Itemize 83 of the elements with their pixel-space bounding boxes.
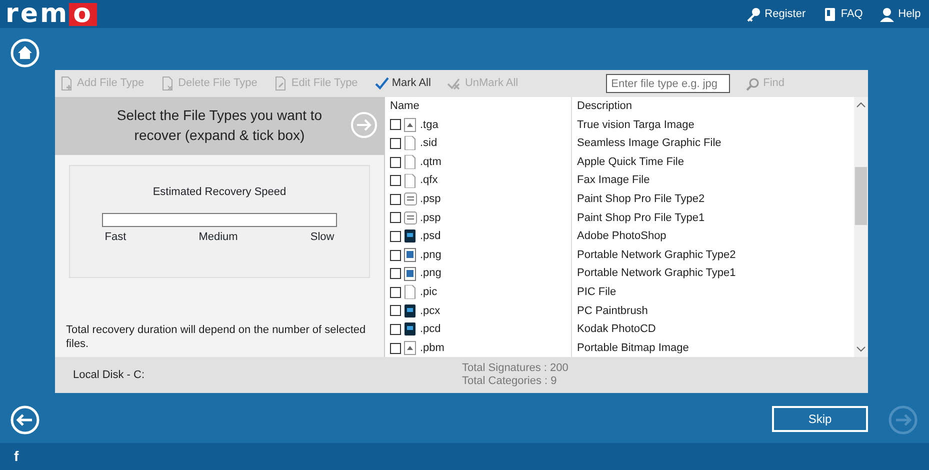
checkbox[interactable] (390, 305, 401, 316)
image-file-icon (404, 118, 417, 132)
file-icon (404, 136, 417, 150)
checkbox[interactable] (390, 324, 401, 335)
file-icon (404, 155, 417, 170)
dark-file-icon (404, 322, 417, 336)
table-cell: Portable Network Graphic Type2 (577, 248, 736, 261)
table-cell-text: .png (420, 266, 442, 282)
search-field[interactable]: Enter file type e.g. jpg (606, 74, 730, 93)
table-cell: Seamless Image Graphic File (577, 137, 722, 150)
status-text: Total Signatures : 200 (462, 362, 568, 375)
drive-label: Local Disk - C: (73, 368, 146, 383)
table-cell-text: .qtm (420, 154, 442, 170)
scroll-up-icon[interactable] (856, 101, 866, 109)
table-cell: Kodak PhotoCD (577, 323, 656, 336)
checkbox[interactable] (390, 138, 401, 149)
speed-label: Fast (104, 230, 126, 246)
table-cell: Fax Image File (577, 174, 650, 186)
checkbox[interactable] (390, 268, 401, 280)
table-cell-text: .tga (420, 118, 438, 133)
file-icon (404, 192, 417, 206)
column-header: Description (577, 100, 632, 112)
person-icon (879, 6, 896, 22)
checkbox[interactable] (390, 230, 401, 242)
home-icon[interactable] (10, 38, 40, 68)
image-file-icon (404, 266, 417, 281)
checkbox[interactable] (390, 286, 401, 298)
table-cell: Adobe PhotoShop (577, 230, 666, 242)
table-cell-text: .pcx (420, 304, 440, 319)
table-cell-text: .pcd (420, 322, 441, 338)
table-cell: Paint Shop Pro File Type1 (577, 212, 705, 224)
table-cell: True vision Targa Image (577, 118, 694, 131)
delete-file-icon (160, 76, 176, 91)
checkbox[interactable] (390, 342, 401, 354)
speed-label: Medium (198, 230, 238, 246)
edit-file-icon (273, 76, 288, 91)
file-icon (404, 285, 417, 300)
file-icon (404, 210, 417, 225)
toolbar-button[interactable]: Mark All (374, 75, 431, 92)
checkmark-icon (374, 76, 389, 91)
speed-label: Slow (310, 230, 334, 246)
facebook-link[interactable]: f (14, 446, 19, 467)
table-cell: Portable Network Graphic Type1 (577, 267, 736, 280)
add-file-icon (59, 76, 74, 91)
table-cell-text: .pbm (420, 340, 444, 356)
table-cell: Apple Quick Time File (577, 156, 684, 168)
file-icon (404, 174, 417, 188)
table-cell-text: .psp (420, 192, 441, 208)
image-file-icon (404, 248, 417, 262)
header-link[interactable]: Register (746, 6, 806, 22)
table-cell-text: .psp (420, 210, 441, 226)
checkbox[interactable] (390, 119, 401, 130)
checkbox[interactable] (390, 250, 401, 261)
table-cell-text: .pic (420, 284, 438, 300)
speed-title: Estimated Recovery Speed (152, 185, 288, 200)
table-cell: PC Paintbrush (577, 304, 648, 317)
checkbox[interactable] (390, 175, 401, 186)
image-file-icon (404, 341, 417, 356)
key-icon (746, 6, 762, 22)
table-cell-text: .sid (420, 136, 438, 152)
uncheck-icon (446, 76, 462, 91)
table-cell: Paint Shop Pro File Type2 (577, 193, 705, 206)
table-cell-text: .qfx (420, 173, 438, 188)
table-cell-text: .psd (420, 229, 441, 244)
search-icon (746, 76, 760, 90)
scroll-down-icon[interactable] (856, 345, 866, 353)
checkbox[interactable] (390, 156, 401, 168)
table-cell: PIC File (577, 286, 616, 298)
dark-file-icon (404, 229, 417, 244)
checkbox[interactable] (390, 212, 401, 224)
table-cell-text: .png (420, 248, 442, 263)
scroll-thumb[interactable] (855, 167, 867, 225)
column-header: Name (390, 99, 420, 114)
dark-file-icon (404, 304, 417, 318)
panel-title: Select the File Types you want to recover (expand & tick box) (116, 106, 324, 145)
duration-note: Total recovery duration will depend on the number of selected files. (65, 323, 367, 351)
skip-button[interactable]: Skip (772, 406, 868, 432)
checkbox[interactable] (390, 194, 401, 205)
status-text: Total Categories : 9 (462, 375, 558, 388)
header-link[interactable]: FAQ (822, 6, 863, 22)
header-link[interactable]: Help (879, 6, 921, 22)
scrollbar[interactable] (854, 97, 868, 357)
table-cell: Portable Bitmap Image (577, 342, 689, 354)
